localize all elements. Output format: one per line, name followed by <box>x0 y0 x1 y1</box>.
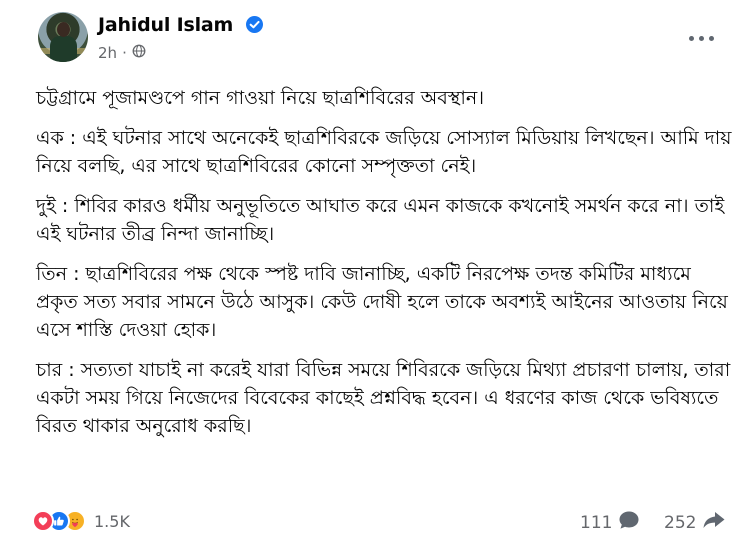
verified-badge-icon <box>245 16 263 38</box>
share-icon <box>702 510 726 535</box>
author-name-row: Jahidul Islam <box>98 14 263 38</box>
reactions-count: 1.5K <box>94 511 130 531</box>
post-heading: চট্টগ্রামে পূজামণ্ডপে গান গাওয়া নিয়ে ছ… <box>36 87 485 109</box>
comment-icon <box>618 510 640 535</box>
avatar[interactable] <box>38 12 88 62</box>
post-paragraph-4: চার : সত্যতা যাচাই না করেই যারা বিভিন্ন … <box>36 359 731 437</box>
post-meta: 2h · <box>98 44 146 62</box>
reactions-summary[interactable]: 1.5K <box>32 510 130 532</box>
shares-summary[interactable]: 252 <box>664 510 726 535</box>
post-body: চট্টগ্রামে পূজামণ্ডপে গান গাওয়া নিয়ে ছ… <box>36 84 736 452</box>
post-paragraph-1: এক : এই ঘটনার সাথে অনেকেই ছাত্রশিবিরকে জ… <box>36 127 732 177</box>
post-paragraph-3: তিন : ছাত্রশিবিরের পক্ষ থেকে স্পষ্ট দাবি… <box>36 263 728 341</box>
comments-count: 111 <box>580 512 613 533</box>
globe-icon[interactable] <box>132 44 146 62</box>
more-options-icon[interactable] <box>685 28 719 48</box>
post-paragraph-2: দুই : শিবির কারও ধর্মীয় অনুভূতিতে আঘাত … <box>36 195 725 245</box>
love-icon <box>32 510 54 532</box>
meta-separator: · <box>122 44 127 62</box>
comments-summary[interactable]: 111 <box>580 510 640 535</box>
post-footer: 1.5K 111 252 <box>0 500 750 540</box>
shares-count: 252 <box>664 512 697 533</box>
post-time[interactable]: 2h <box>98 44 117 62</box>
facebook-post: Jahidul Islam 2h · চট্টগ্রামে পূজামণ্ডপে… <box>0 0 750 549</box>
author-name[interactable]: Jahidul Islam <box>98 14 233 36</box>
